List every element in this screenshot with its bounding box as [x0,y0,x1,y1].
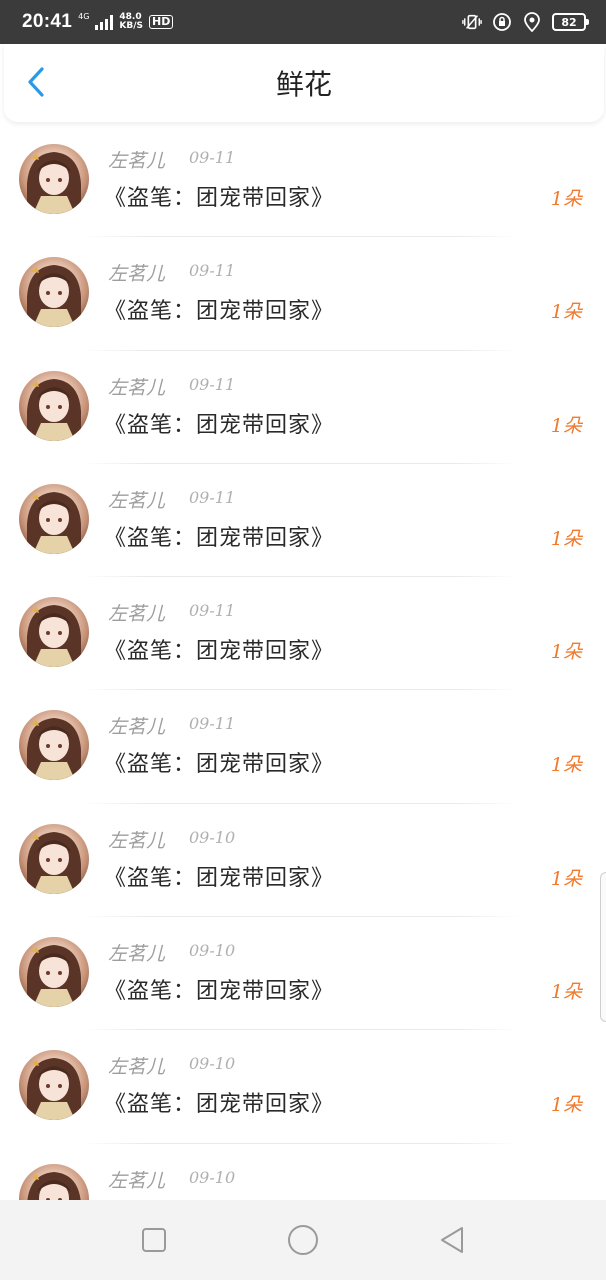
list-item[interactable]: 左茗儿 09-11 《盗笔：团宠带回家》 1朵 [0,351,606,464]
book-title: 《盗笔：团宠带回家》 [104,752,335,778]
flower-count: 1朵 [550,414,582,437]
sender-name: 左茗儿 [108,489,166,512]
send-date: 09-11 [189,487,236,507]
avatar[interactable] [19,937,89,1008]
sender-name: 左茗儿 [108,716,166,739]
recents-button[interactable] [124,1210,184,1270]
top-app-bar: 鲜花 [4,44,604,122]
sender-name: 左茗儿 [108,1169,166,1192]
list-item[interactable]: 左茗儿 09-11 《盗笔：团宠带回家》 1朵 [0,464,606,578]
avatar[interactable] [19,483,89,554]
avatar[interactable] [19,257,89,328]
network-speed: 48.0 KB/S [119,13,143,31]
flower-count: 1朵 [550,754,582,777]
battery-indicator: 82 [552,13,589,31]
flower-count: 1朵 [550,527,582,550]
send-date: 09-10 [189,1167,236,1187]
flower-count: 1朵 [550,188,582,210]
list-item[interactable]: 左茗儿 09-10 《盗笔：团宠带回家》 1朵 [0,917,606,1031]
send-date: 09-11 [189,148,236,167]
avatar[interactable] [19,823,89,894]
book-title: 《盗笔：团宠带回家》 [104,525,335,551]
book-title: 《盗笔：团宠带回家》 [104,412,335,438]
page-title: 鲜花 [275,68,332,101]
flower-count: 1朵 [550,1094,582,1117]
sender-name: 左茗儿 [108,263,166,286]
list-item[interactable]: 左茗儿 09-10 《盗笔：团宠带回家》 1朵 [0,1030,606,1144]
send-date: 09-11 [189,714,236,734]
list-item[interactable]: 左茗儿 09-11 《盗笔：团宠带回家》 1朵 [0,124,606,238]
book-title: 《盗笔：团宠带回家》 [104,639,335,665]
location-icon [522,12,542,32]
book-title: 《盗笔：团宠带回家》 [104,865,335,891]
status-time: 20:41 [22,11,73,32]
send-date: 09-10 [189,1054,236,1074]
signal-icon [95,14,114,30]
triangle-back-icon [440,1227,463,1253]
flower-count: 1朵 [550,867,582,890]
system-back-button[interactable] [422,1210,482,1270]
avatar[interactable] [19,1163,89,1200]
edge-panel-handle[interactable] [600,872,606,1022]
circle-icon [287,1225,318,1255]
status-right: 82 [462,12,589,32]
lock-rotation-icon [492,12,512,32]
book-title: 《盗笔：团宠带回家》 [104,979,335,1005]
flower-list[interactable]: 左茗儿 09-11 《盗笔：团宠带回家》 1朵 左茗儿 09-11 《盗笔：团宠… [0,124,606,1200]
system-nav-bar [0,1200,606,1280]
list-item[interactable]: 左茗儿 09-10 [0,1144,606,1200]
home-button[interactable] [273,1210,333,1270]
list-item[interactable]: 左茗儿 09-10 《盗笔：团宠带回家》 1朵 [0,804,606,918]
sender-name: 左茗儿 [108,829,166,852]
send-date: 09-10 [189,827,236,847]
send-date: 09-11 [189,601,236,621]
flower-count: 1朵 [550,301,582,324]
avatar[interactable] [19,710,89,781]
list-item[interactable]: 左茗儿 09-11 《盗笔：团宠带回家》 1朵 [0,577,606,691]
sender-name: 左茗儿 [108,603,166,626]
square-icon [142,1228,167,1252]
sender-name: 左茗儿 [108,1056,166,1079]
sender-name: 左茗儿 [108,150,166,172]
send-date: 09-11 [189,261,236,281]
avatar[interactable] [19,370,89,441]
network-type: 4G [78,12,90,21]
network-speed-unit: KB/S [119,21,144,31]
flower-count: 1朵 [550,981,582,1004]
avatar[interactable] [19,597,89,668]
status-bar: 20:41 4G 48.0 KB/S HD 82 [0,0,606,44]
book-title: 《盗笔：团宠带回家》 [104,186,335,211]
sender-name: 左茗儿 [108,943,166,966]
send-date: 09-11 [189,374,236,394]
list-item[interactable]: 左茗儿 09-11 《盗笔：团宠带回家》 1朵 [0,690,606,804]
send-date: 09-10 [189,941,236,961]
hd-badge: HD [149,15,174,29]
list-item[interactable]: 左茗儿 09-11 《盗笔：团宠带回家》 1朵 [0,237,606,351]
status-left: 20:41 4G 48.0 KB/S HD [22,11,174,33]
sender-name: 左茗儿 [108,376,166,399]
flower-count: 1朵 [550,641,582,664]
back-arrow-icon [28,67,44,97]
back-button[interactable] [18,64,54,100]
vibrate-icon [462,12,482,32]
book-title: 《盗笔：团宠带回家》 [104,1092,335,1118]
book-title: 《盗笔：团宠带回家》 [104,299,335,325]
avatar[interactable] [19,144,89,214]
avatar[interactable] [19,1050,89,1121]
